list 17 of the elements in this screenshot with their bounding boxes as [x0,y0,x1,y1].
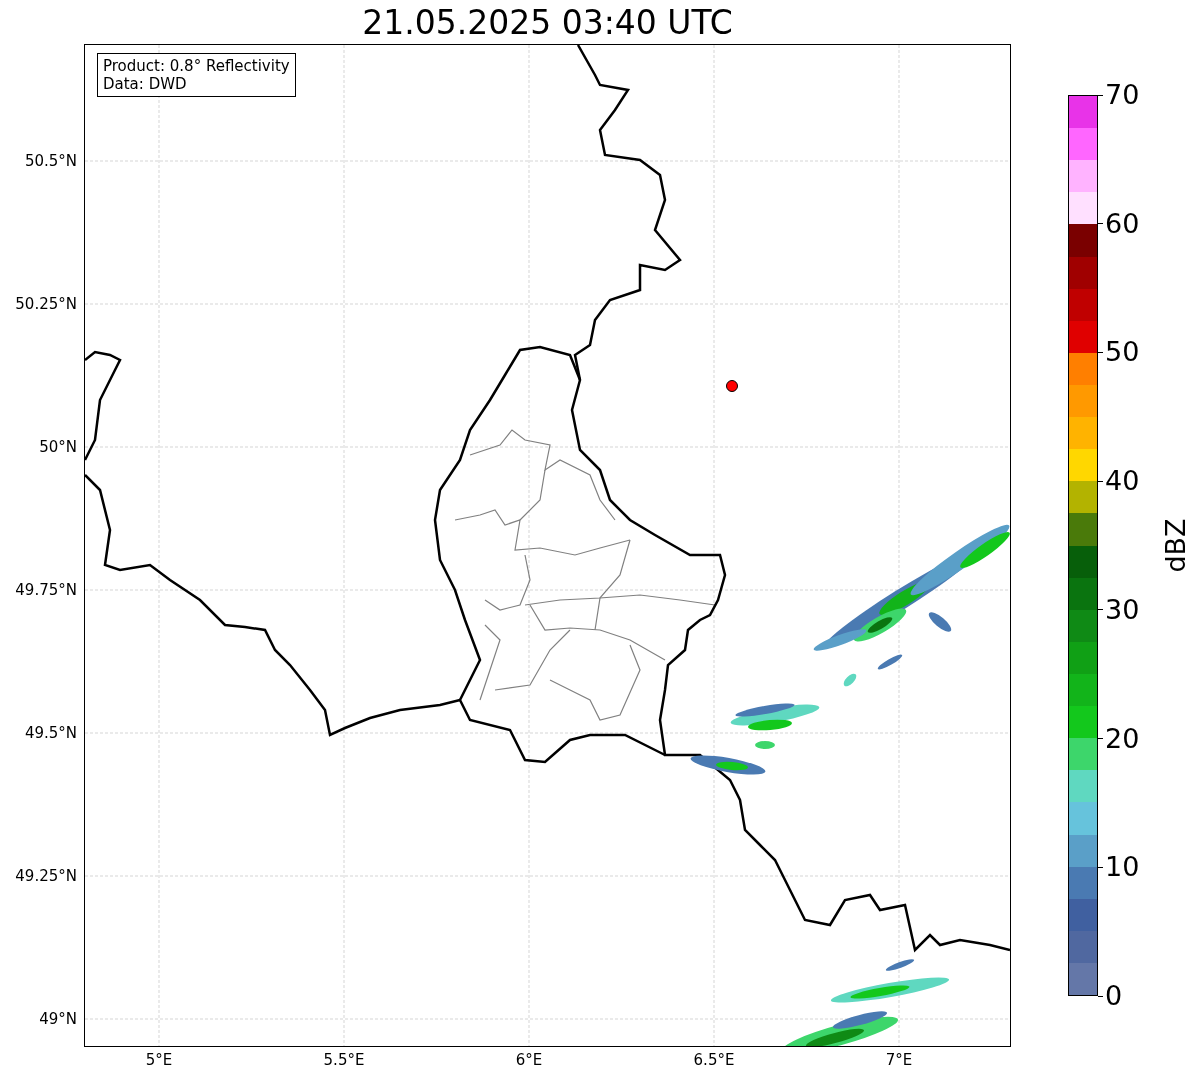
latitude-tick-label: 49.5°N [24,724,77,742]
latitude-tick-label: 50.25°N [15,295,77,313]
info-text: Product: 0.8° Reflectivity [103,57,290,75]
colorbar-label: dBZ [1159,518,1191,573]
longitude-tick-label: 5°E [144,1051,174,1069]
longitude-tick-label: 6.5°E [692,1051,736,1069]
longitude-tick-label: 7°E [884,1051,914,1069]
location-marker [726,380,738,392]
longitude-tick-label: 5.5°E [322,1051,366,1069]
info-text: Data: DWD [103,75,188,93]
latitude-tick-label: 49.25°N [15,867,77,885]
latitude-tick-label: 49.75°N [15,581,77,599]
latitude-tick-label: 50.5°N [24,152,77,170]
latitude-tick-label: 49°N [39,1010,77,1028]
chart-title: 21.05.2025 03:40 UTC [361,2,734,44]
latitude-tick-label: 50°N [39,438,77,456]
longitude-tick-label: 6°E [514,1051,544,1069]
